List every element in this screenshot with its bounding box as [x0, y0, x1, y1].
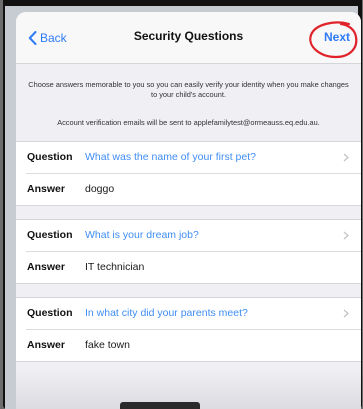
chevron-right-icon	[343, 153, 349, 162]
question-row[interactable]: Question What is your dream job?	[16, 220, 361, 251]
answer-input[interactable]: doggo	[85, 183, 114, 195]
email-info-text: Account verification emails will be sent…	[57, 118, 320, 127]
question-value: In what city did your parents meet?	[85, 307, 248, 319]
chevron-right-icon	[343, 309, 349, 318]
page-title: Security Questions	[133, 29, 244, 43]
info-text: Choose answers memorable to you so you c…	[28, 80, 349, 99]
answer-row[interactable]: Answer fake town	[16, 330, 361, 361]
question-label: Question	[27, 151, 73, 163]
navigation-bar: Back Security Questions Next	[16, 12, 361, 64]
question-group-3: Question In what city did your parents m…	[16, 297, 361, 362]
question-row[interactable]: Question In what city did your parents m…	[16, 298, 361, 329]
answer-row[interactable]: Answer IT technician	[16, 252, 361, 283]
question-value: What was the name of your first pet?	[85, 151, 256, 163]
question-label: Question	[27, 229, 73, 241]
answer-input[interactable]: fake town	[85, 339, 130, 351]
security-questions-sheet: Back Security Questions Next Choose answ…	[16, 12, 361, 409]
question-group-2: Question What is your dream job? Answer …	[16, 219, 361, 284]
question-label: Question	[27, 307, 73, 319]
question-value: What is your dream job?	[85, 229, 199, 241]
answer-input[interactable]: IT technician	[85, 261, 144, 273]
question-row[interactable]: Question What was the name of your first…	[16, 142, 361, 173]
answer-label: Answer	[27, 183, 65, 195]
home-indicator	[120, 402, 200, 409]
chevron-right-icon	[343, 231, 349, 240]
next-button[interactable]: Next	[324, 30, 350, 44]
answer-row[interactable]: Answer doggo	[16, 174, 361, 205]
answer-label: Answer	[27, 261, 65, 273]
question-group-1: Question What was the name of your first…	[16, 141, 361, 206]
answer-label: Answer	[27, 339, 65, 351]
